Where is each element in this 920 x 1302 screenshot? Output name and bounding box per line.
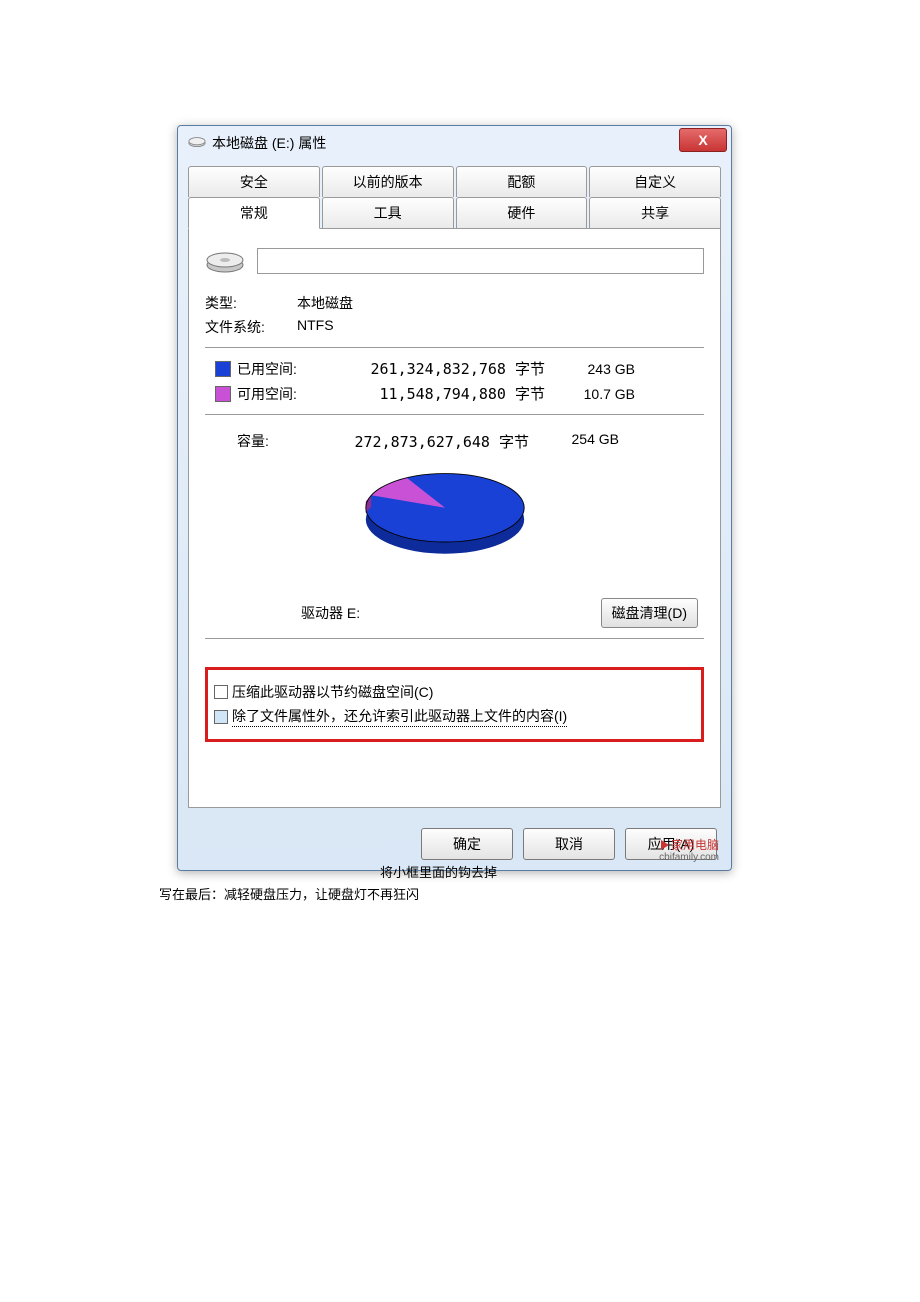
tab-hardware[interactable]: 硬件 [456, 197, 588, 228]
tab-content-general: 类型: 本地磁盘 文件系统: NTFS 已用空间: 261,324,832,76… [188, 228, 721, 808]
ok-button[interactable]: 确定 [421, 828, 513, 860]
watermark-text-bottom: cbifamily.com [659, 852, 719, 864]
used-bytes: 261,324,832,768 字节 [335, 358, 545, 379]
close-button[interactable]: X [679, 128, 727, 152]
caption-2: 写在最后：减轻硬盘压力，让硬盘灯不再狂闪 [159, 884, 419, 903]
watermark-text-top: 家用电脑 [671, 838, 719, 852]
type-row: 类型: 本地磁盘 [205, 293, 704, 313]
drive-label-row: 驱动器 E: 磁盘清理(D) [205, 598, 704, 628]
highlighted-options-box: 压缩此驱动器以节约磁盘空间(C) 除了文件属性外，还允许索引此驱动器上文件的内容… [205, 667, 704, 742]
free-space-row: 可用空间: 11,548,794,880 字节 10.7 GB [205, 383, 704, 404]
used-label: 已用空间: [237, 359, 335, 379]
free-bytes: 11,548,794,880 字节 [335, 383, 545, 404]
index-checkbox-row: 除了文件属性外，还允许索引此驱动器上文件的内容(I) [214, 706, 695, 727]
free-color-swatch [215, 386, 231, 402]
filesystem-row: 文件系统: NTFS [205, 317, 704, 337]
pie-chart-area [345, 470, 565, 590]
capacity-row: 容量: 272,873,627,648 字节 254 GB [205, 431, 704, 452]
free-gb: 10.7 GB [545, 386, 635, 402]
divider-2 [205, 414, 704, 415]
pie-chart [345, 470, 545, 560]
used-gb: 243 GB [545, 361, 635, 377]
tabs-container: 安全 以前的版本 配额 自定义 常规 工具 硬件 共享 类型: 本地磁盘 [178, 160, 731, 818]
watermark-arrow-icon [661, 840, 669, 850]
drive-small-icon [188, 136, 206, 150]
tab-quota[interactable]: 配额 [456, 166, 588, 197]
type-value: 本地磁盘 [297, 293, 353, 313]
filesystem-value: NTFS [297, 317, 334, 337]
titlebar[interactable]: 本地磁盘 (E:) 属性 X [178, 126, 731, 160]
tab-sharing[interactable]: 共享 [589, 197, 721, 228]
dialog-title: 本地磁盘 (E:) 属性 [212, 133, 326, 153]
index-checkbox[interactable] [214, 710, 228, 724]
drive-letter-label: 驱动器 E: [301, 603, 360, 623]
drive-icon [205, 247, 245, 275]
used-color-swatch [215, 361, 231, 377]
compress-checkbox-row: 压缩此驱动器以节约磁盘空间(C) [214, 682, 695, 702]
used-space-row: 已用空间: 261,324,832,768 字节 243 GB [205, 358, 704, 379]
watermark: 家用电脑 cbifamily.com [659, 838, 719, 864]
free-label: 可用空间: [237, 384, 335, 404]
capacity-gb: 254 GB [529, 431, 619, 452]
index-label: 除了文件属性外，还允许索引此驱动器上文件的内容(I) [232, 706, 567, 727]
compress-label: 压缩此驱动器以节约磁盘空间(C) [232, 682, 433, 702]
drive-name-input[interactable] [257, 248, 704, 274]
tab-row-1: 安全 以前的版本 配额 自定义 [188, 166, 721, 197]
tab-general[interactable]: 常规 [188, 197, 320, 229]
tab-tools[interactable]: 工具 [322, 197, 454, 228]
tab-previous-versions[interactable]: 以前的版本 [322, 166, 454, 197]
capacity-bytes: 272,873,627,648 字节 [319, 431, 529, 452]
disk-cleanup-button[interactable]: 磁盘清理(D) [601, 598, 698, 628]
divider-3 [205, 638, 704, 639]
divider-1 [205, 347, 704, 348]
compress-checkbox[interactable] [214, 685, 228, 699]
cancel-button[interactable]: 取消 [523, 828, 615, 860]
filesystem-label: 文件系统: [205, 317, 297, 337]
close-icon: X [698, 132, 707, 148]
tab-security[interactable]: 安全 [188, 166, 320, 197]
type-label: 类型: [205, 293, 297, 313]
capacity-label: 容量: [237, 431, 319, 452]
properties-dialog: 本地磁盘 (E:) 属性 X 安全 以前的版本 配额 自定义 常规 工具 硬件 … [177, 125, 732, 871]
caption-1: 将小框里面的钩去掉 [380, 862, 497, 881]
drive-name-row [205, 247, 704, 275]
tab-custom[interactable]: 自定义 [589, 166, 721, 197]
tab-row-2: 常规 工具 硬件 共享 [188, 197, 721, 228]
